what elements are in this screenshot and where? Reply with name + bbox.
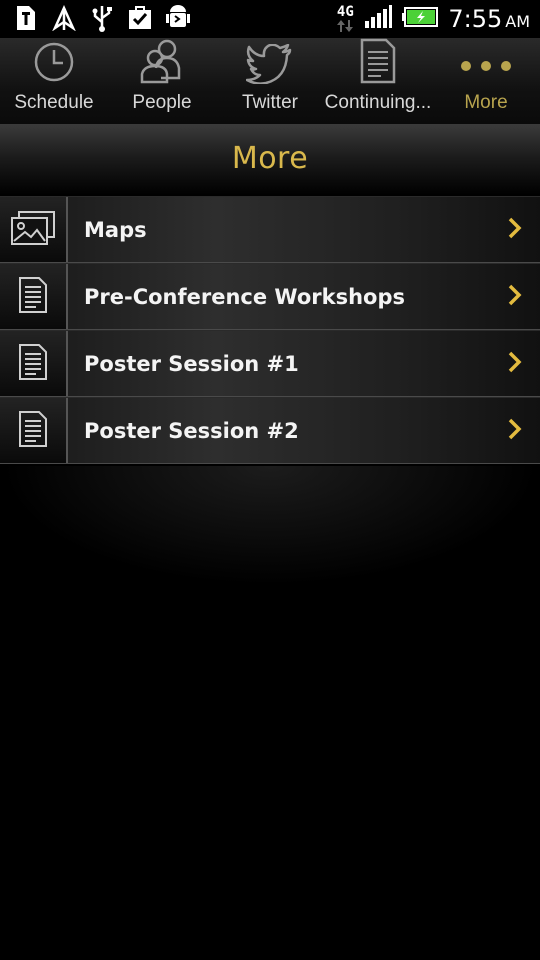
battery-charging-icon xyxy=(402,7,439,31)
clock-time: 7:55 xyxy=(448,5,503,33)
image-icon xyxy=(10,210,56,250)
tab-label: Twitter xyxy=(242,92,298,113)
document-icon xyxy=(359,38,397,88)
signal-icon xyxy=(364,5,393,33)
chevron-right-icon xyxy=(508,418,522,444)
list-item-poster-session-2[interactable]: Poster Session #2 xyxy=(0,397,540,464)
wifi-hotspot-icon xyxy=(50,4,78,32)
tab-more[interactable]: More xyxy=(432,38,540,124)
clock: 7:55 AM xyxy=(448,5,530,33)
list-item-maps[interactable]: Maps xyxy=(0,196,540,263)
more-list: Maps Pre-Conference Workshops Poster Ses… xyxy=(0,196,540,464)
tab-label: Continuing... xyxy=(324,92,432,113)
list-item-poster-session-1[interactable]: Poster Session #1 xyxy=(0,330,540,397)
tab-schedule[interactable]: Schedule xyxy=(0,38,108,124)
chevron-right-icon xyxy=(508,284,522,310)
tab-bar: Schedule People Twitter Continuing... Mo… xyxy=(0,38,540,125)
page-header: More xyxy=(0,125,540,195)
network-4g-icon: 4G xyxy=(336,5,354,33)
tab-people[interactable]: People xyxy=(108,38,216,124)
android-debug-icon xyxy=(164,4,192,32)
people-icon xyxy=(139,36,185,88)
list-item-label: Poster Session #1 xyxy=(84,351,299,376)
chevron-right-icon xyxy=(508,217,522,243)
list-shadow xyxy=(0,466,540,586)
tab-label: More xyxy=(464,92,508,113)
clock-icon xyxy=(32,40,76,88)
twitter-icon xyxy=(245,43,294,88)
document-icon xyxy=(18,343,48,385)
more-dots-icon xyxy=(460,57,512,76)
status-bar: 4G 7:55 AM xyxy=(0,0,540,38)
tmobile-icon xyxy=(12,4,40,32)
usb-icon xyxy=(88,4,116,32)
document-icon xyxy=(18,276,48,318)
tab-label: Schedule xyxy=(14,92,94,113)
network-type: 4G xyxy=(336,4,354,20)
task-done-icon xyxy=(126,4,154,32)
chevron-right-icon xyxy=(508,351,522,377)
document-icon xyxy=(18,410,48,452)
tab-label: People xyxy=(132,92,192,113)
list-item-label: Maps xyxy=(84,217,147,242)
tab-twitter[interactable]: Twitter xyxy=(216,38,324,124)
tab-continuing[interactable]: Continuing... xyxy=(324,38,432,124)
list-item-label: Pre-Conference Workshops xyxy=(84,284,405,309)
list-item-pre-conference-workshops[interactable]: Pre-Conference Workshops xyxy=(0,263,540,330)
clock-ampm: AM xyxy=(505,12,530,31)
page-title: More xyxy=(231,141,309,176)
list-item-label: Poster Session #2 xyxy=(84,418,299,443)
